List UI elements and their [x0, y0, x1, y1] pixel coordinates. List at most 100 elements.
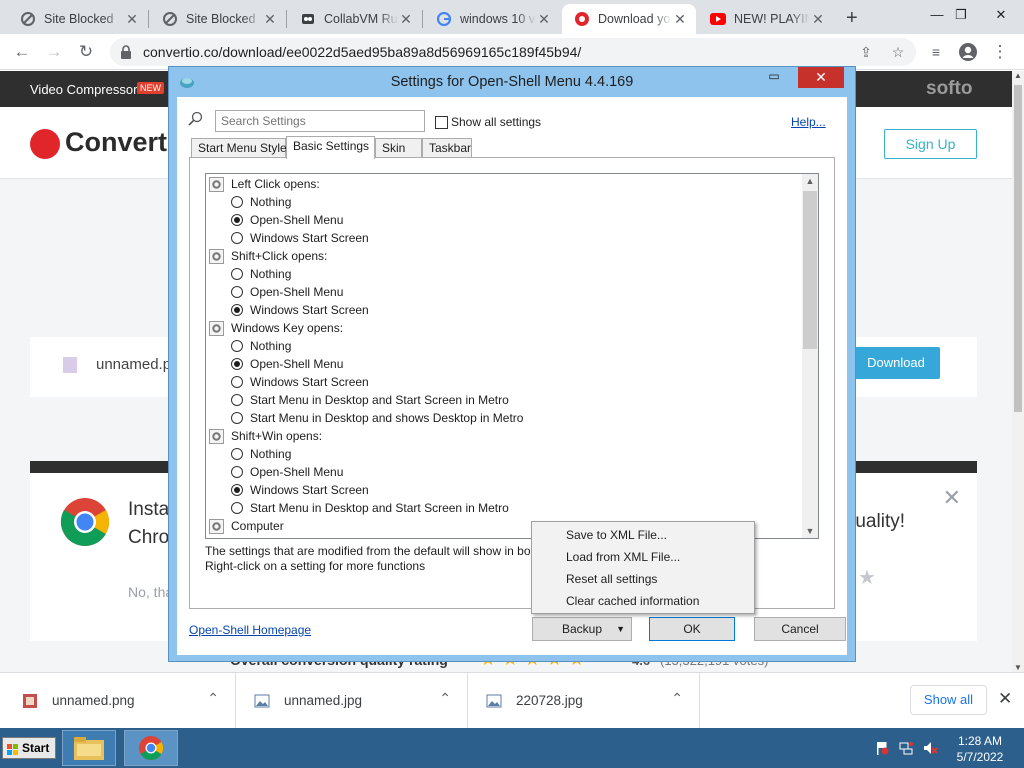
download-item[interactable]: unnamed.jpg ⌃ [236, 673, 468, 728]
action-center-flag-icon[interactable] [874, 740, 890, 756]
show-all-settings-label[interactable]: Show all settings [451, 115, 541, 129]
chevron-up-icon[interactable]: ⌃ [671, 690, 683, 707]
forward-arrow-icon[interactable]: → [42, 40, 66, 64]
radio-button[interactable] [231, 448, 243, 460]
menu-item-reset-settings[interactable]: Reset all settings [533, 568, 753, 590]
settings-option[interactable]: Windows Start Screen [206, 229, 802, 247]
sign-up-button[interactable]: Sign Up [884, 129, 977, 159]
network-icon[interactable] [898, 740, 914, 756]
tab-google-search[interactable]: windows 10 vm ✕ [424, 4, 560, 34]
profile-avatar-icon[interactable] [956, 40, 980, 64]
page-scrollbar[interactable]: ▲ ▼ [1012, 71, 1024, 672]
ok-button[interactable]: OK [649, 617, 735, 641]
settings-option[interactable]: Open-Shell Menu [206, 283, 802, 301]
cancel-button[interactable]: Cancel [754, 617, 846, 641]
tree-scroll-down-icon[interactable]: ▼ [802, 526, 818, 536]
volume-muted-icon[interactable] [922, 740, 938, 756]
show-all-downloads-button[interactable]: Show all [910, 685, 987, 715]
tab-basic-settings[interactable]: Basic Settings [286, 136, 375, 159]
share-icon[interactable]: ⇪ [857, 43, 875, 61]
media-control-icon[interactable]: ≡ [924, 40, 948, 64]
radio-button[interactable] [231, 376, 243, 388]
search-settings-input[interactable] [215, 110, 425, 132]
close-tab-icon[interactable]: ✕ [536, 11, 552, 28]
download-button[interactable]: Download [852, 347, 940, 379]
open-shell-homepage-link[interactable]: Open-Shell Homepage [189, 623, 311, 637]
chrome-taskbar-button[interactable] [124, 730, 178, 766]
close-tab-icon[interactable]: ✕ [672, 11, 688, 28]
address-bar[interactable]: convertio.co/download/ee0022d5aed95ba89a… [110, 38, 916, 66]
radio-button[interactable] [231, 358, 243, 370]
radio-button[interactable] [231, 466, 243, 478]
menu-item-clear-cache[interactable]: Clear cached information [533, 590, 753, 612]
settings-option[interactable]: Open-Shell Menu [206, 463, 802, 481]
tree-scrollbar[interactable]: ▲ ▼ [802, 174, 818, 538]
backup-button[interactable]: Backup ▼ [532, 617, 632, 641]
tab-youtube[interactable]: NEW! PLAYING ✕ [698, 4, 834, 34]
close-shelf-icon[interactable]: ✕ [998, 689, 1012, 709]
close-window-icon[interactable]: ✕ [978, 0, 1024, 30]
settings-option[interactable]: Start Menu in Desktop and shows Desktop … [206, 409, 802, 427]
close-tab-icon[interactable]: ✕ [262, 11, 278, 28]
radio-button[interactable] [231, 232, 243, 244]
system-clock[interactable]: 1:28 AM 5/7/2022 [950, 733, 1010, 765]
radio-button[interactable] [231, 340, 243, 352]
page-scrollbar-thumb[interactable] [1014, 85, 1022, 412]
close-tab-icon[interactable]: ✕ [398, 11, 414, 28]
menu-item-save-xml[interactable]: Save to XML File... [533, 524, 753, 546]
settings-option[interactable]: Nothing [206, 193, 802, 211]
settings-option[interactable]: Nothing [206, 265, 802, 283]
settings-option[interactable]: Start Menu in Desktop and Start Screen i… [206, 499, 802, 517]
softo-logo[interactable]: softo [926, 78, 972, 100]
scroll-down-arrow-icon[interactable]: ▼ [1012, 663, 1024, 672]
convertio-logo-icon[interactable] [30, 129, 60, 159]
video-compressor-link[interactable]: Video Compressor [30, 82, 137, 97]
new-tab-icon[interactable]: + [846, 7, 858, 30]
radio-button[interactable] [231, 394, 243, 406]
download-item[interactable]: unnamed.png ⌃ [4, 673, 236, 728]
settings-option[interactable]: Nothing [206, 337, 802, 355]
settings-group[interactable]: Windows Key opens: [206, 319, 802, 337]
close-tab-icon[interactable]: ✕ [810, 11, 826, 28]
tab-skin[interactable]: Skin [375, 138, 422, 158]
start-button[interactable]: Start [2, 737, 56, 759]
settings-option[interactable]: Windows Start Screen [206, 373, 802, 391]
dialog-close-icon[interactable]: ✕ [798, 67, 844, 88]
settings-option[interactable]: Windows Start Screen [206, 481, 802, 499]
radio-button[interactable] [231, 484, 243, 496]
radio-button[interactable] [231, 502, 243, 514]
radio-button[interactable] [231, 196, 243, 208]
back-arrow-icon[interactable]: ← [10, 40, 34, 64]
bookmark-star-icon[interactable]: ☆ [889, 43, 907, 61]
radio-button[interactable] [231, 412, 243, 424]
radio-button[interactable] [231, 286, 243, 298]
tab-site-blocked-1[interactable]: Site Blocked ✕ [8, 4, 148, 34]
settings-option[interactable]: Nothing [206, 445, 802, 463]
tree-scrollbar-thumb[interactable] [803, 191, 817, 349]
file-explorer-taskbar-button[interactable] [62, 730, 116, 766]
dialog-title-bar[interactable]: Settings for Open-Shell Menu 4.4.169 ▭ ✕ [169, 67, 855, 97]
download-item[interactable]: 220728.jpg ⌃ [468, 673, 700, 728]
show-all-settings-checkbox[interactable] [435, 116, 448, 129]
scroll-up-arrow-icon[interactable]: ▲ [1012, 71, 1024, 80]
radio-button[interactable] [231, 538, 243, 539]
radio-button[interactable] [231, 304, 243, 316]
settings-option[interactable]: Windows Start Screen [206, 301, 802, 319]
radio-button[interactable] [231, 214, 243, 226]
menu-item-load-xml[interactable]: Load from XML File... [533, 546, 753, 568]
tab-start-menu-style[interactable]: Start Menu Style [191, 138, 287, 158]
settings-group[interactable]: Shift+Click opens: [206, 247, 802, 265]
settings-option[interactable]: Open-Shell Menu [206, 211, 802, 229]
tab-collabvm[interactable]: CollabVM Rules ✕ [288, 4, 422, 34]
settings-group[interactable]: Left Click opens: [206, 175, 802, 193]
tab-site-blocked-2[interactable]: Site Blocked ✕ [150, 4, 286, 34]
reload-icon[interactable]: ↻ [74, 40, 98, 64]
browser-menu-icon[interactable]: ⋮ [988, 40, 1012, 64]
settings-option[interactable]: Start Menu in Desktop and Start Screen i… [206, 391, 802, 409]
dialog-maximize-icon[interactable]: ▭ [761, 69, 787, 89]
tab-taskbar[interactable]: Taskbar [422, 138, 472, 158]
chevron-up-icon[interactable]: ⌃ [207, 690, 219, 707]
radio-button[interactable] [231, 268, 243, 280]
close-promo-icon[interactable]: ✕ [943, 485, 961, 511]
settings-option[interactable]: Open-Shell Menu [206, 355, 802, 373]
